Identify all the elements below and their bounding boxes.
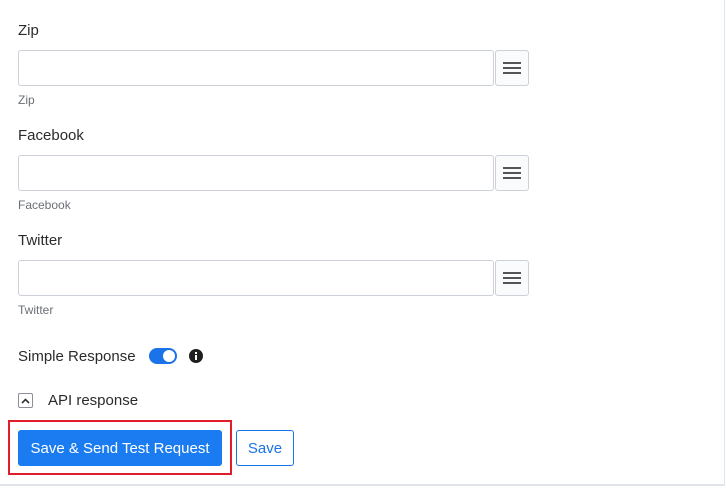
save-button[interactable]: Save xyxy=(236,430,294,466)
zip-input[interactable] xyxy=(18,50,494,86)
twitter-input[interactable] xyxy=(18,260,494,296)
collapse-toggle[interactable] xyxy=(18,393,33,408)
simple-response-toggle[interactable] xyxy=(148,348,177,364)
zip-menu-button[interactable] xyxy=(495,50,529,86)
facebook-menu-button[interactable] xyxy=(495,155,529,191)
field-label: Zip xyxy=(18,22,39,39)
info-icon[interactable] xyxy=(188,349,203,363)
hamburger-menu-icon xyxy=(503,62,521,74)
hamburger-menu-icon xyxy=(503,272,521,284)
field-label: Twitter xyxy=(18,232,63,249)
twitter-menu-button[interactable] xyxy=(495,260,529,296)
facebook-input[interactable] xyxy=(18,155,494,191)
field-help: Zip xyxy=(18,93,35,107)
chevron-up-icon xyxy=(21,397,30,404)
save-send-test-button[interactable]: Save & Send Test Request xyxy=(18,430,222,466)
form-panel: Zip Zip Facebook Facebook Twitter Twitte… xyxy=(0,0,725,486)
hamburger-menu-icon xyxy=(503,167,521,179)
simple-response-label: Simple Response xyxy=(18,347,136,365)
field-label: Facebook xyxy=(18,127,84,144)
api-response-row[interactable]: API response xyxy=(18,392,138,409)
api-response-label: API response xyxy=(48,392,139,409)
field-help: Facebook xyxy=(18,198,71,212)
simple-response-row: Simple Response xyxy=(18,346,203,366)
toggle-knob xyxy=(162,350,175,362)
field-help: Twitter xyxy=(18,303,54,317)
